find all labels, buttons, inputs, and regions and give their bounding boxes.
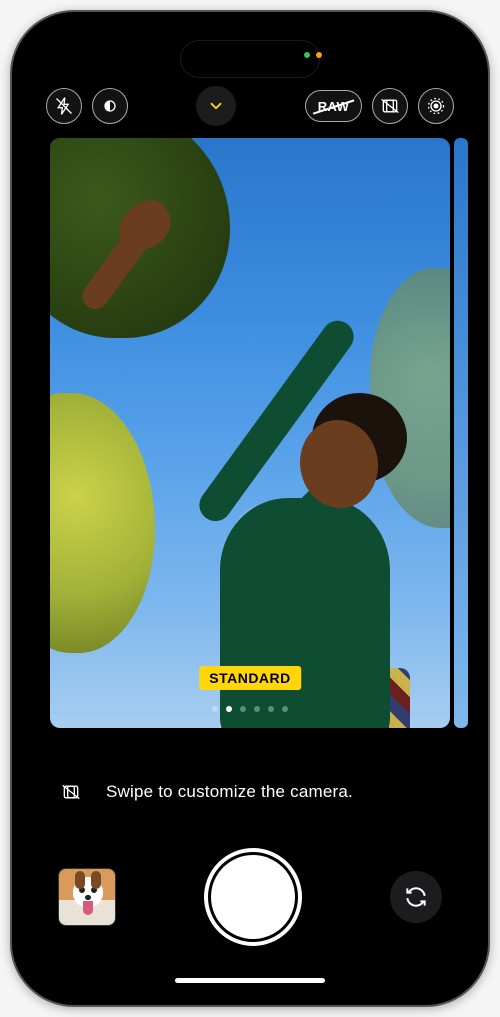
flash-button[interactable] bbox=[46, 88, 82, 124]
dynamic-island bbox=[180, 40, 320, 78]
side-button bbox=[488, 274, 490, 374]
live-photo-button[interactable] bbox=[418, 88, 454, 124]
viewfinder[interactable]: STANDARD bbox=[50, 138, 450, 728]
screen: RAW bbox=[24, 24, 476, 993]
photographic-style-badge: STANDARD bbox=[199, 666, 301, 690]
phone-frame: RAW bbox=[10, 10, 490, 1007]
night-mode-button[interactable] bbox=[92, 88, 128, 124]
next-style-peek[interactable] bbox=[454, 138, 468, 728]
camera-bottom-bar bbox=[24, 837, 476, 957]
subject-preview bbox=[150, 278, 410, 728]
home-indicator[interactable] bbox=[175, 978, 325, 983]
night-mode-icon bbox=[100, 96, 120, 116]
hint-icon bbox=[54, 775, 88, 809]
photographic-styles-button[interactable] bbox=[372, 88, 408, 124]
chevron-down-icon bbox=[207, 97, 225, 115]
hint-row: Swipe to customize the camera. bbox=[24, 764, 476, 820]
shutter-button[interactable] bbox=[211, 855, 295, 939]
switch-camera-button[interactable] bbox=[390, 871, 442, 923]
camera-top-toolbar: RAW bbox=[24, 82, 476, 130]
last-photo-thumbnail[interactable] bbox=[58, 868, 116, 926]
volume-up-button bbox=[10, 252, 12, 314]
photographic-styles-icon bbox=[61, 782, 81, 802]
volume-down-button bbox=[10, 326, 12, 388]
switch-camera-icon bbox=[403, 884, 429, 910]
flash-off-icon bbox=[54, 96, 74, 116]
hint-text: Swipe to customize the camera. bbox=[106, 782, 353, 802]
photographic-styles-icon bbox=[380, 96, 400, 116]
silent-switch bbox=[10, 192, 12, 226]
style-page-dots bbox=[212, 706, 288, 712]
privacy-indicator-dots bbox=[304, 52, 322, 58]
live-photo-icon bbox=[426, 96, 446, 116]
controls-chevron-button[interactable] bbox=[196, 86, 236, 126]
raw-toggle-button[interactable]: RAW bbox=[305, 90, 362, 122]
